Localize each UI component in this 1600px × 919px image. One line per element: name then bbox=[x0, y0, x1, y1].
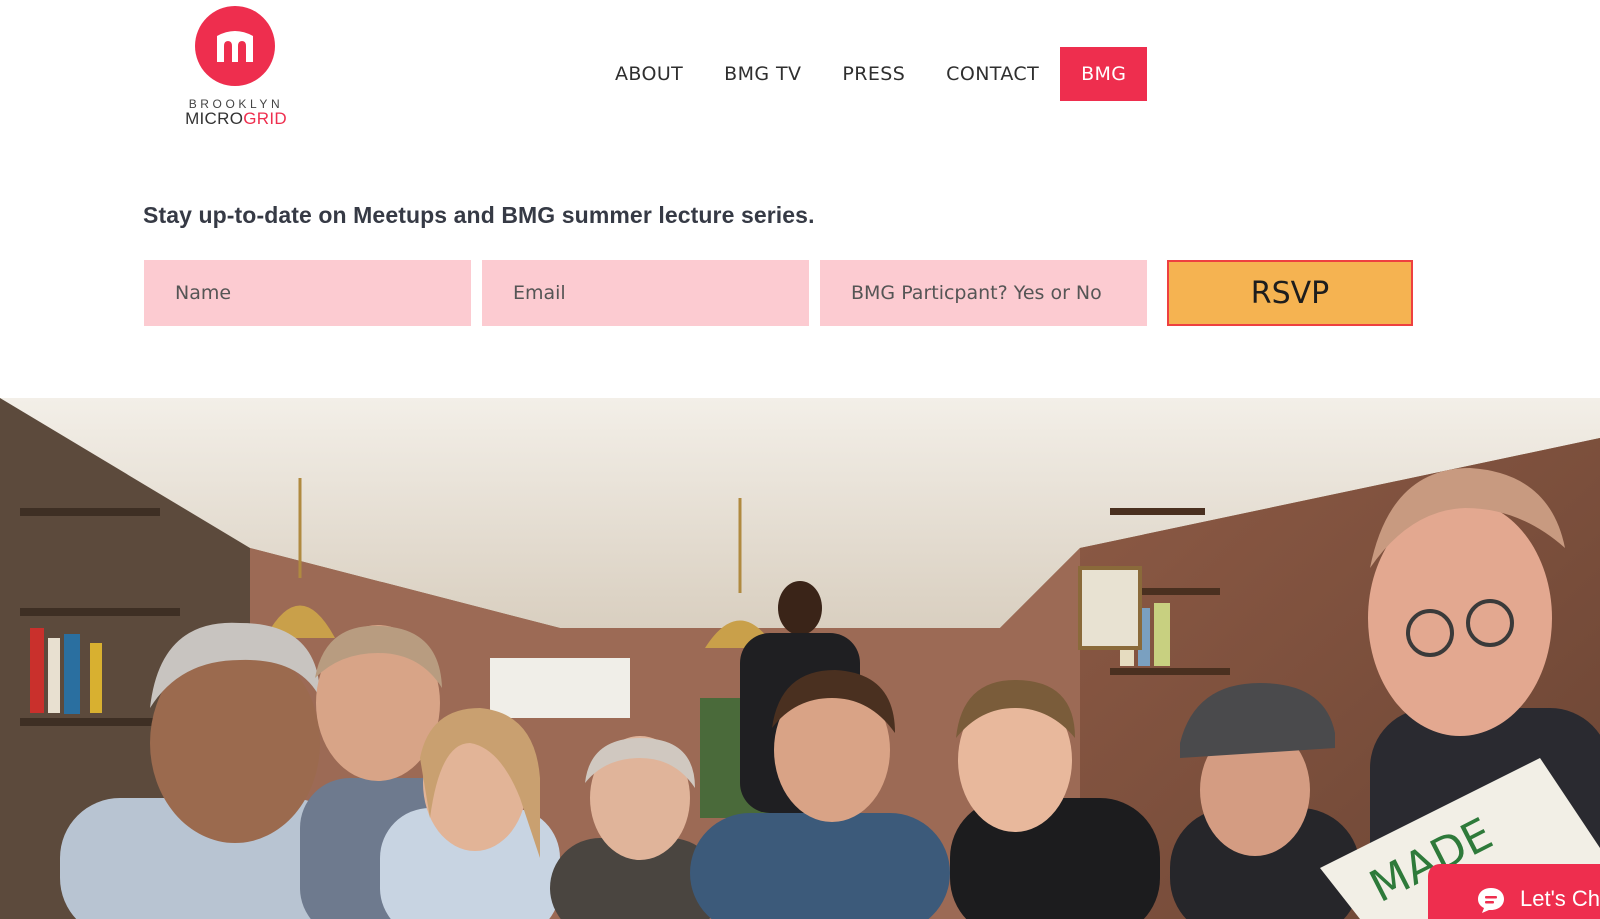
group-photo-illustration: MADE bbox=[0, 398, 1600, 919]
rsvp-button[interactable]: RSVP bbox=[1167, 260, 1413, 326]
chat-bubble-svg bbox=[1478, 888, 1504, 913]
name-field[interactable] bbox=[144, 260, 471, 326]
nav-press[interactable]: PRESS bbox=[842, 63, 905, 85]
chat-label: Let's Ch bbox=[1520, 886, 1600, 911]
email-field[interactable] bbox=[482, 260, 809, 326]
nav-about[interactable]: ABOUT bbox=[615, 63, 683, 85]
logo-microgrid-text: MICROGRID bbox=[176, 109, 296, 129]
signup-headline: Stay up-to-date on Meetups and BMG summe… bbox=[143, 202, 815, 228]
chat-bubble-icon bbox=[1476, 886, 1506, 913]
bmg-participant-field[interactable] bbox=[820, 260, 1147, 326]
bridge-logo-icon bbox=[195, 6, 275, 86]
nav-bmg-tv[interactable]: BMG TV bbox=[724, 63, 801, 85]
bridge-icon bbox=[217, 31, 253, 62]
brooklyn-microgrid-logo[interactable]: BROOKLYN MICROGRID bbox=[176, 6, 296, 128]
logo-grid-part: GRID bbox=[243, 109, 287, 128]
group-photo: MADE bbox=[0, 398, 1600, 919]
chat-widget[interactable]: Let's Ch bbox=[1428, 864, 1600, 919]
logo-micro-part: MICRO bbox=[185, 109, 244, 128]
main-nav: ABOUT BMG TV PRESS CONTACT BMG bbox=[615, 47, 1148, 101]
nav-bmg-active[interactable]: BMG bbox=[1060, 47, 1148, 101]
nav-contact[interactable]: CONTACT bbox=[946, 63, 1039, 85]
